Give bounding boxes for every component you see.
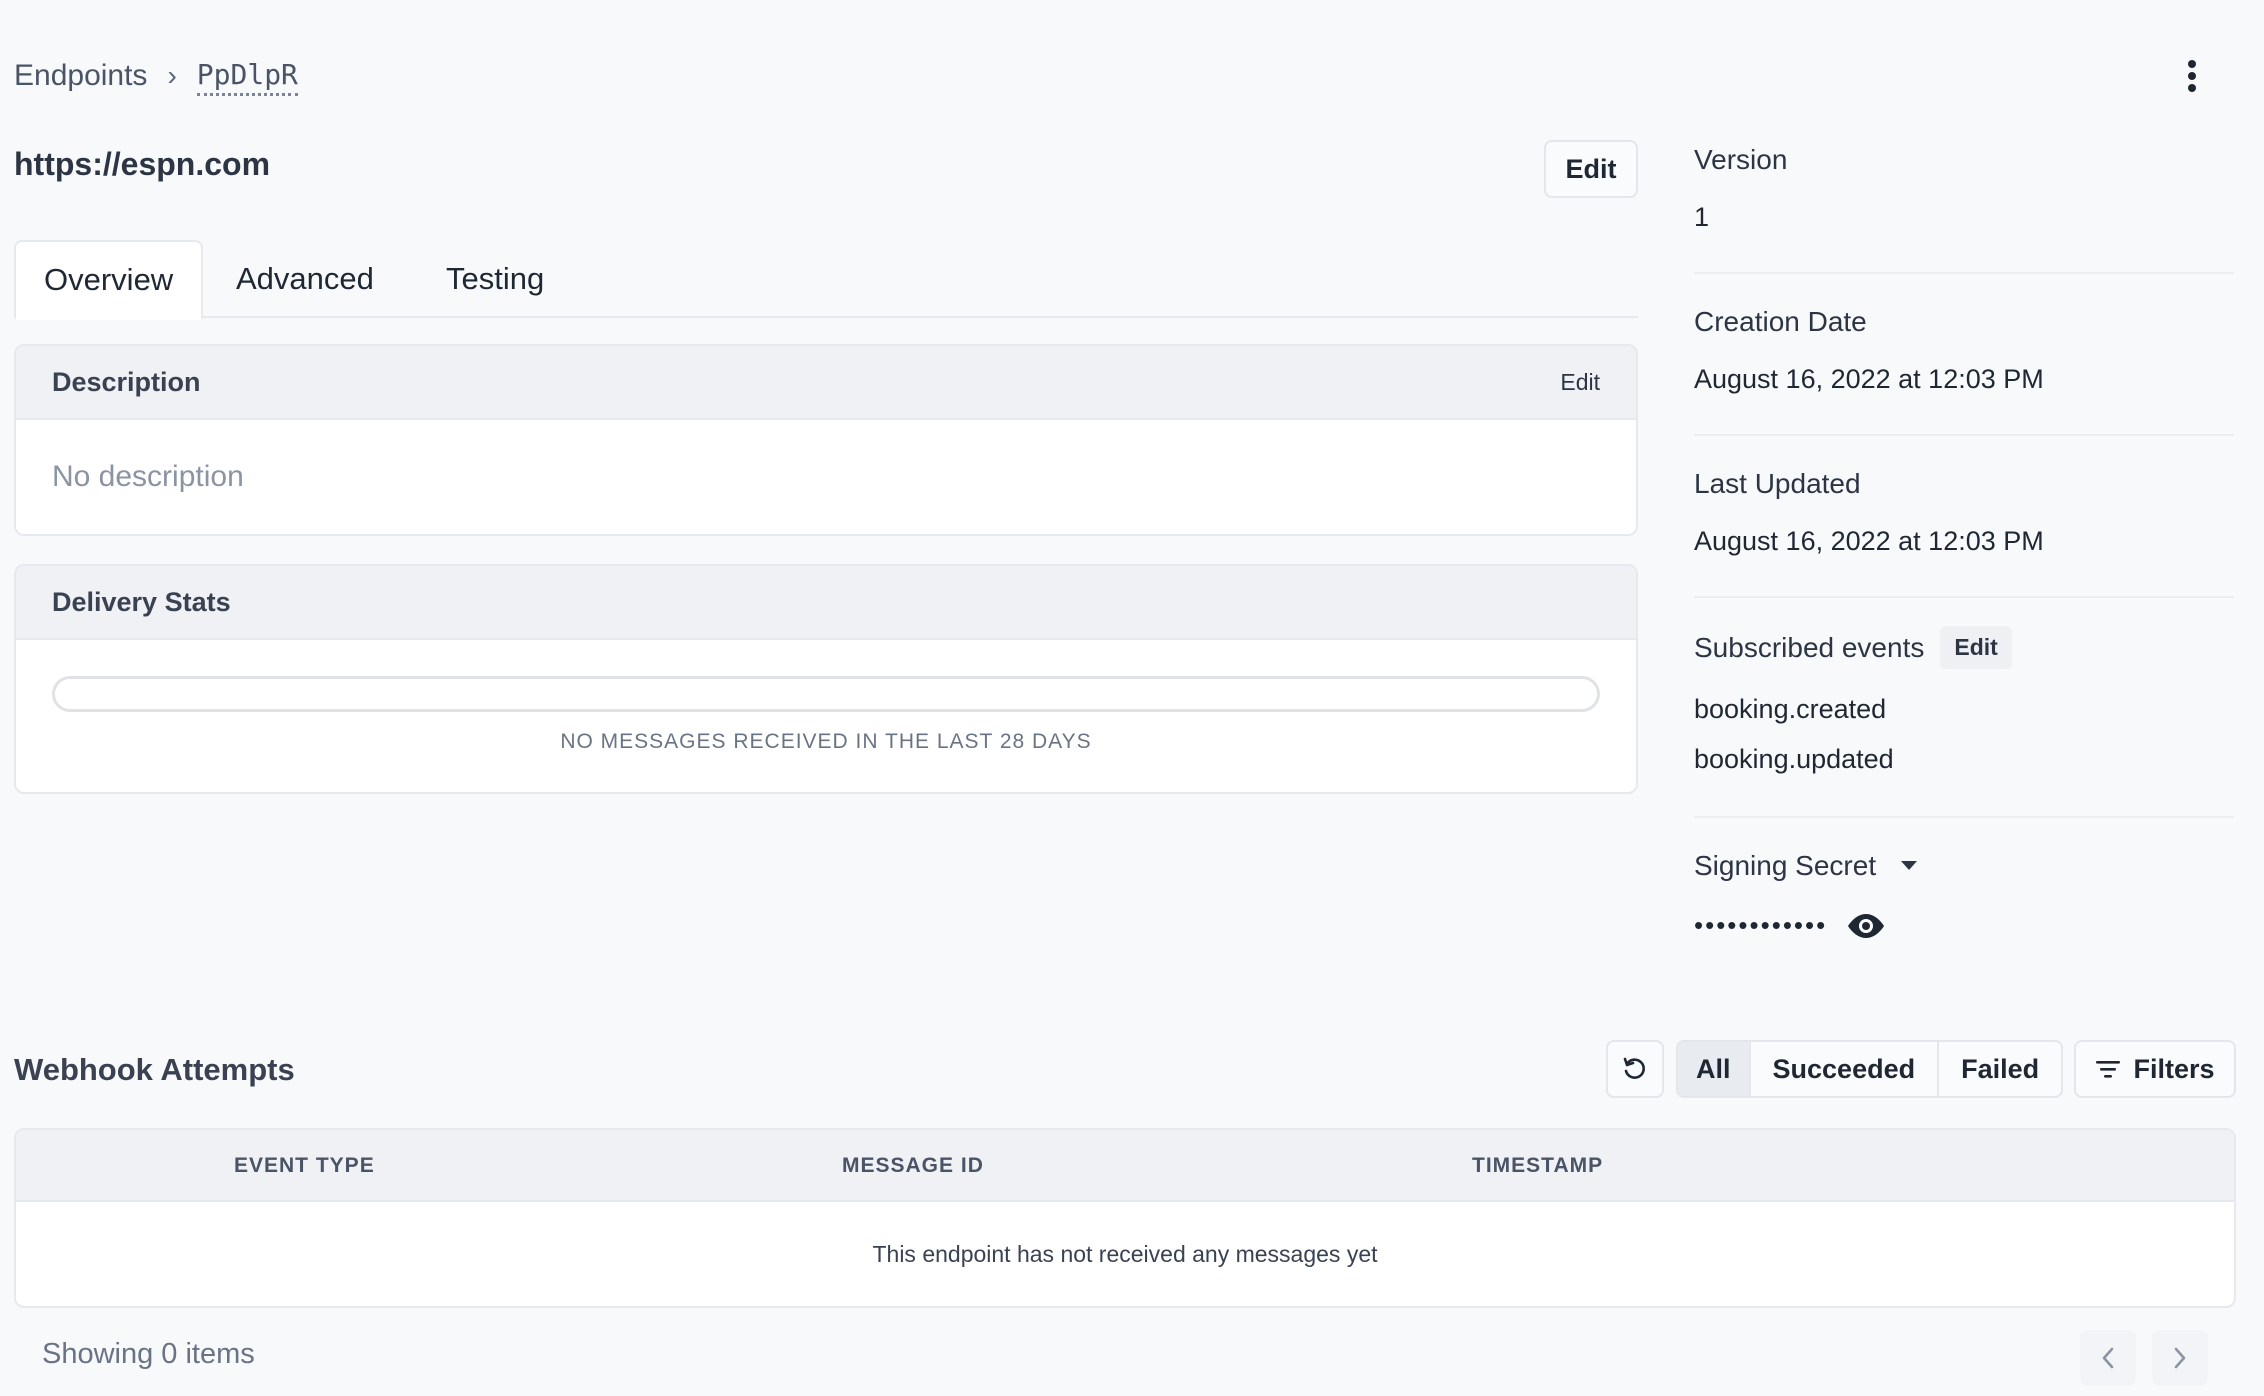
breadcrumb: Endpoints › PpDlpR xyxy=(14,52,298,100)
filters-button[interactable]: Filters xyxy=(2074,1040,2236,1098)
version-value: 1 xyxy=(1694,202,1710,232)
endpoint-url-title: https://espn.com xyxy=(14,146,271,182)
edit-endpoint-button[interactable]: Edit xyxy=(1544,140,1638,198)
divider xyxy=(1694,272,2234,274)
tab-bar: Overview Advanced Testing xyxy=(14,240,1638,320)
subscribed-events-row: Subscribed events Edit xyxy=(1694,626,2012,669)
breadcrumb-endpoint-id: PpDlpR xyxy=(196,57,298,96)
tab-testing[interactable]: Testing xyxy=(446,240,544,318)
webhook-attempts-table: EVENT TYPE MESSAGE ID TIMESTAMP This end… xyxy=(14,1128,2236,1308)
creation-date-value: August 16, 2022 at 12:03 PM xyxy=(1694,364,2044,394)
breadcrumb-separator: › xyxy=(167,60,177,91)
divider xyxy=(1694,816,2234,818)
signing-secret-label: Signing Secret xyxy=(1694,850,1877,881)
divider xyxy=(1694,434,2234,436)
tab-advanced[interactable]: Advanced xyxy=(236,240,374,318)
delivery-stats-header: Delivery Stats xyxy=(16,566,1636,640)
refresh-button[interactable] xyxy=(1606,1040,1664,1098)
chevron-right-icon xyxy=(2174,1347,2186,1369)
chevron-left-icon xyxy=(2102,1347,2114,1369)
version-label: Version xyxy=(1694,144,1788,175)
delivery-progress-bar xyxy=(52,676,1600,712)
column-message-id: MESSAGE ID xyxy=(842,1154,984,1177)
delivery-stats-title: Delivery Stats xyxy=(52,586,231,617)
more-options-button[interactable] xyxy=(2170,54,2214,98)
showing-count: Showing 0 items xyxy=(42,1338,255,1370)
last-updated-value: August 16, 2022 at 12:03 PM xyxy=(1694,526,2044,556)
event-item: booking.updated xyxy=(1694,744,1894,774)
creation-date-label: Creation Date xyxy=(1694,306,1867,337)
webhook-attempts-title: Webhook Attempts xyxy=(14,1052,295,1087)
filter-succeeded-button[interactable]: Succeeded xyxy=(1748,1042,1938,1096)
edit-description-button[interactable]: Edit xyxy=(1560,369,1600,396)
description-card: Description Edit No description xyxy=(14,344,1638,536)
breadcrumb-endpoints-link[interactable]: Endpoints xyxy=(14,59,147,93)
table-header: EVENT TYPE MESSAGE ID TIMESTAMP xyxy=(16,1130,2234,1202)
next-page-button[interactable] xyxy=(2152,1330,2208,1386)
filter-icon xyxy=(2096,1061,2121,1078)
filter-all-button[interactable]: All xyxy=(1678,1042,1749,1096)
edit-subscribed-events-button[interactable]: Edit xyxy=(1940,626,2012,669)
filters-button-label: Filters xyxy=(2133,1053,2215,1084)
tab-overview[interactable]: Overview xyxy=(14,240,204,320)
subscribed-events-label: Subscribed events xyxy=(1694,631,1925,663)
refresh-icon xyxy=(1623,1057,1645,1079)
caret-down-icon xyxy=(1901,861,1918,870)
description-header: Description Edit xyxy=(16,346,1636,420)
status-filter-group: All Succeeded Failed xyxy=(1676,1040,2064,1098)
divider xyxy=(1694,596,2234,598)
more-vertical-icon xyxy=(2188,60,2196,92)
delivery-stats-card: Delivery Stats NO MESSAGES RECEIVED IN T… xyxy=(14,564,1638,794)
description-title: Description xyxy=(52,366,201,397)
signing-secret-value: •••••••••••• xyxy=(1694,910,1828,940)
column-event-type: EVENT TYPE xyxy=(234,1154,375,1177)
signing-secret-row: •••••••••••• xyxy=(1694,910,1887,941)
table-empty-message: This endpoint has not received any messa… xyxy=(872,1240,1378,1267)
previous-page-button[interactable] xyxy=(2080,1330,2136,1386)
event-item: booking.created xyxy=(1694,694,1887,724)
description-text: No description xyxy=(52,460,244,493)
delivery-stats-note: NO MESSAGES RECEIVED IN THE LAST 28 DAYS xyxy=(560,730,1092,753)
column-timestamp: TIMESTAMP xyxy=(1472,1154,1604,1177)
last-updated-label: Last Updated xyxy=(1694,468,1861,499)
signing-secret-toggle[interactable]: Signing Secret xyxy=(1694,850,1918,882)
filter-failed-button[interactable]: Failed xyxy=(1937,1042,2061,1096)
eye-icon xyxy=(1848,913,1885,938)
reveal-secret-button[interactable] xyxy=(1845,911,1887,941)
